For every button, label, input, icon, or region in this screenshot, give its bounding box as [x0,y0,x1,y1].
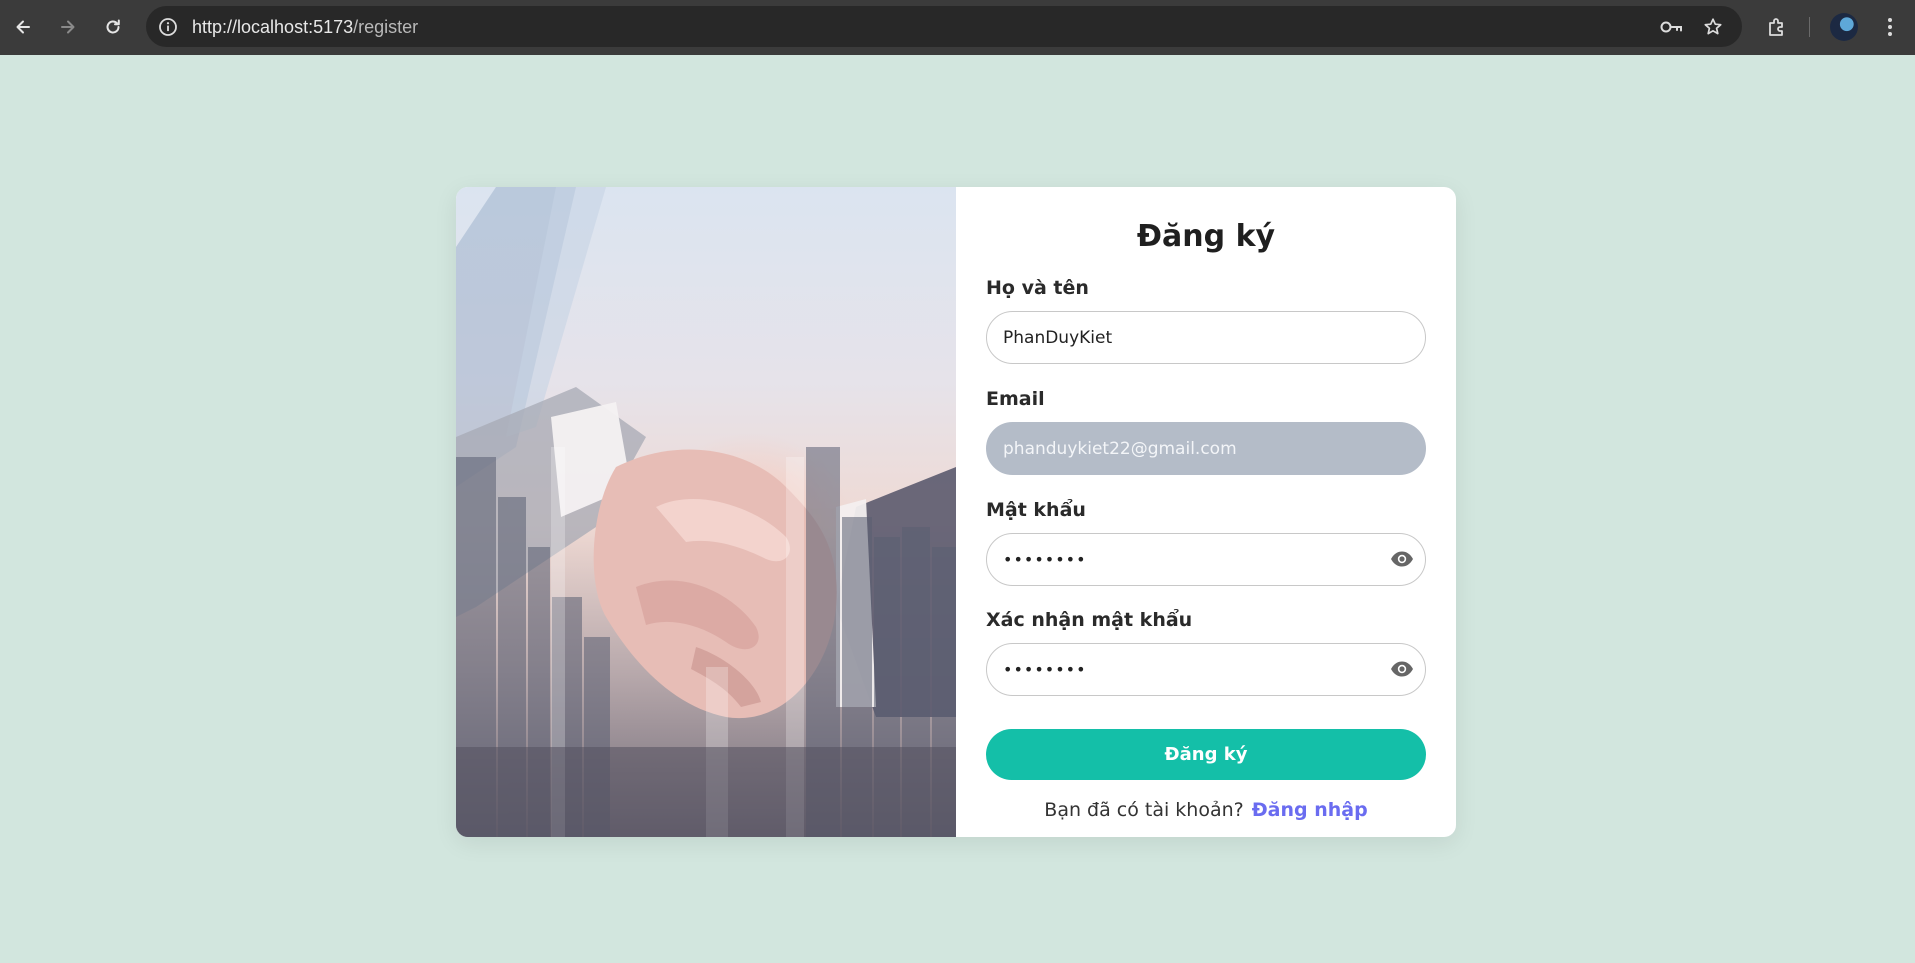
password-manager-button[interactable] [1660,16,1684,38]
toolbar-divider [1809,17,1810,37]
email-input[interactable] [986,422,1426,475]
back-button[interactable] [9,13,37,41]
forward-button[interactable] [54,13,82,41]
toggle-confirm-password-button[interactable] [1388,659,1416,679]
reload-icon [106,19,120,34]
fullname-label: Họ và tên [986,277,1089,299]
arrow-right-icon [61,20,75,34]
profile-avatar[interactable] [1830,13,1858,41]
email-label: Email [986,388,1045,410]
info-icon [159,18,177,36]
handshake-city-image [456,187,956,837]
extensions-button[interactable] [1763,13,1791,41]
arrow-left-icon [16,20,30,34]
eye-icon [1391,661,1413,677]
confirm-password-input[interactable] [986,643,1426,696]
address-bar[interactable]: http://localhost:5173/register [146,6,1742,47]
form-title: Đăng ký [1136,219,1276,254]
confirm-password-label: Xác nhận mật khẩu [986,609,1193,631]
url-path: /register [353,17,419,37]
toggle-password-button[interactable] [1388,549,1416,569]
login-prompt: Bạn đã có tài khoản? Đăng nhập [956,799,1456,821]
key-icon [1660,21,1682,33]
handshake-illustration [456,187,956,837]
browser-menu-button[interactable] [1876,13,1904,41]
reload-button[interactable] [99,13,127,41]
register-form: Đăng ký Họ và tên Email Mật khẩu Xác nhậ… [956,187,1456,837]
star-icon [1704,18,1722,35]
url-text[interactable]: http://localhost:5173/register [192,17,418,37]
bookmark-button[interactable] [1701,16,1725,38]
browser-toolbar: http://localhost:5173/register [0,0,1915,55]
fullname-input[interactable] [986,311,1426,364]
password-input[interactable] [986,533,1426,586]
site-info-button[interactable] [156,15,180,39]
puzzle-icon [1769,18,1783,36]
register-button[interactable]: Đăng ký [986,729,1426,780]
password-label: Mật khẩu [986,499,1086,521]
login-prompt-text: Bạn đã có tài khoản? [1044,799,1244,821]
login-link[interactable]: Đăng nhập [1252,799,1368,821]
eye-icon [1391,551,1413,567]
url-host: http://localhost:5173 [192,17,354,37]
kebab-menu-icon [1888,18,1892,36]
register-card: Đăng ký Họ và tên Email Mật khẩu Xác nhậ… [456,187,1456,837]
